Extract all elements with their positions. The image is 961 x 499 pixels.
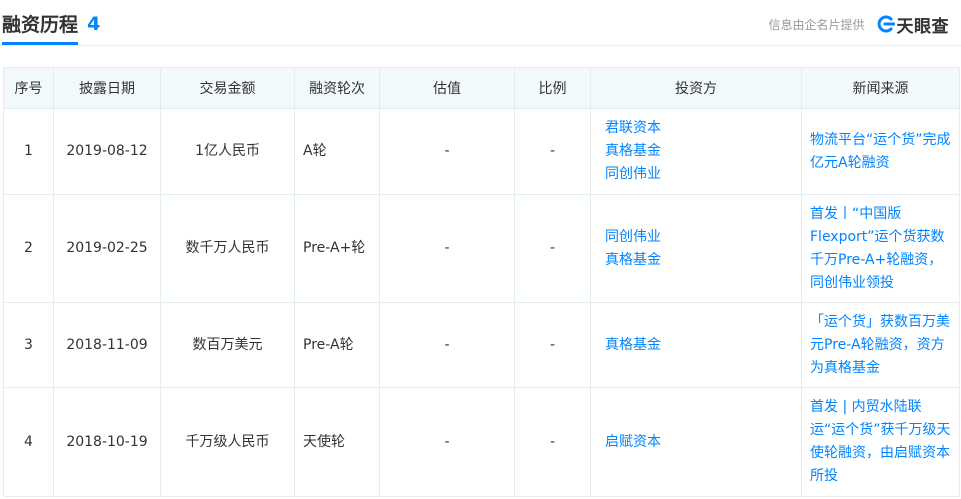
cell-news: 「运个货」获数百万美元Pre-A轮融资，资方为真格基金 (801, 302, 960, 388)
cell-round: Pre-A轮 (294, 302, 380, 388)
cell-valuation: - (379, 108, 515, 195)
financing-table: 序号 披露日期 交易金额 融资轮次 估值 比例 投资方 新闻来源 1 2019-… (3, 67, 960, 497)
header-ratio: 比例 (514, 67, 591, 109)
cell-amount: 数百万美元 (160, 302, 295, 388)
news-link[interactable]: 「运个货」获数百万美元Pre-A轮融资，资方为真格基金 (810, 311, 951, 380)
header-amount: 交易金额 (160, 67, 295, 109)
section-header: 融资历程 4 信息由企名片提供 天眼查 (0, 0, 961, 46)
cell-investors: 同创伟业 真格基金 (590, 194, 802, 303)
investor-link[interactable]: 同创伟业 (599, 163, 793, 186)
table-header-row: 序号 披露日期 交易金额 融资轮次 估值 比例 投资方 新闻来源 (3, 67, 960, 109)
cell-date: 2019-02-25 (53, 194, 161, 303)
cell-round: Pre-A+轮 (294, 194, 380, 303)
cell-investors: 君联资本 真格基金 同创伟业 (590, 108, 802, 195)
cell-ratio: - (514, 194, 591, 303)
provider-text: 信息由企名片提供 (768, 17, 865, 32)
cell-amount: 1亿人民币 (160, 108, 295, 195)
tianyancha-logo-icon (877, 15, 895, 33)
header-valuation: 估值 (379, 67, 515, 109)
header-news-source: 新闻来源 (801, 67, 960, 109)
cell-ratio: - (514, 108, 591, 195)
header-round: 融资轮次 (294, 67, 380, 109)
news-link[interactable]: 首发 | 内贸水陆联运“运个货”获千万级天使轮融资，由启赋资本所投 (810, 396, 951, 488)
cell-index: 1 (3, 108, 54, 195)
cell-news: 首发丨“中国版Flexport”运个货获数千万Pre-A+轮融资，同创伟业领投 (801, 194, 960, 303)
cell-date: 2018-11-09 (53, 302, 161, 388)
cell-valuation: - (379, 387, 515, 497)
cell-date: 2019-08-12 (53, 108, 161, 195)
cell-amount: 数千万人民币 (160, 194, 295, 303)
cell-index: 4 (3, 387, 54, 497)
cell-amount: 千万级人民币 (160, 387, 295, 497)
cell-news: 首发 | 内贸水陆联运“运个货”获千万级天使轮融资，由启赋资本所投 (801, 387, 960, 497)
table-row: 3 2018-11-09 数百万美元 Pre-A轮 - - 真格基金 「运个货」… (3, 302, 960, 388)
cell-news: 物流平台“运个货”完成亿元A轮融资 (801, 108, 960, 195)
news-link[interactable]: 物流平台“运个货”完成亿元A轮融资 (810, 129, 951, 175)
cell-round: A轮 (294, 108, 380, 195)
section-title: 融资历程 (2, 14, 79, 36)
cell-ratio: - (514, 302, 591, 388)
cell-valuation: - (379, 302, 515, 388)
investor-link[interactable]: 真格基金 (599, 249, 793, 272)
section-title-underline (2, 42, 78, 45)
cell-round: 天使轮 (294, 387, 380, 497)
section-count-badge: 4 (87, 12, 101, 35)
table-row: 4 2018-10-19 千万级人民币 天使轮 - - 启赋资本 首发 | 内贸… (3, 387, 960, 497)
cell-valuation: - (379, 194, 515, 303)
cell-index: 3 (3, 302, 54, 388)
section-title-wrap: 融资历程 4 (2, 10, 100, 40)
cell-investors: 启赋资本 (590, 387, 802, 497)
news-link[interactable]: 首发丨“中国版Flexport”运个货获数千万Pre-A+轮融资，同创伟业领投 (810, 203, 951, 295)
investor-link[interactable]: 君联资本 (599, 117, 793, 140)
header-date: 披露日期 (53, 67, 161, 109)
table-row: 1 2019-08-12 1亿人民币 A轮 - - 君联资本 真格基金 同创伟业… (3, 108, 960, 195)
cell-ratio: - (514, 387, 591, 497)
header-investors: 投资方 (590, 67, 802, 109)
investor-link[interactable]: 同创伟业 (599, 226, 793, 249)
table-row: 2 2019-02-25 数千万人民币 Pre-A+轮 - - 同创伟业 真格基… (3, 194, 960, 303)
header-index: 序号 (3, 67, 54, 109)
cell-investors: 真格基金 (590, 302, 802, 388)
investor-link[interactable]: 真格基金 (599, 140, 793, 163)
data-provider: 信息由企名片提供 天眼查 (768, 12, 950, 37)
investor-link[interactable]: 真格基金 (599, 334, 793, 357)
cell-index: 2 (3, 194, 54, 303)
cell-date: 2018-10-19 (53, 387, 161, 497)
logo-text: 天眼查 (896, 16, 949, 37)
investor-link[interactable]: 启赋资本 (599, 431, 793, 454)
tianyancha-logo[interactable]: 天眼查 (875, 12, 950, 37)
